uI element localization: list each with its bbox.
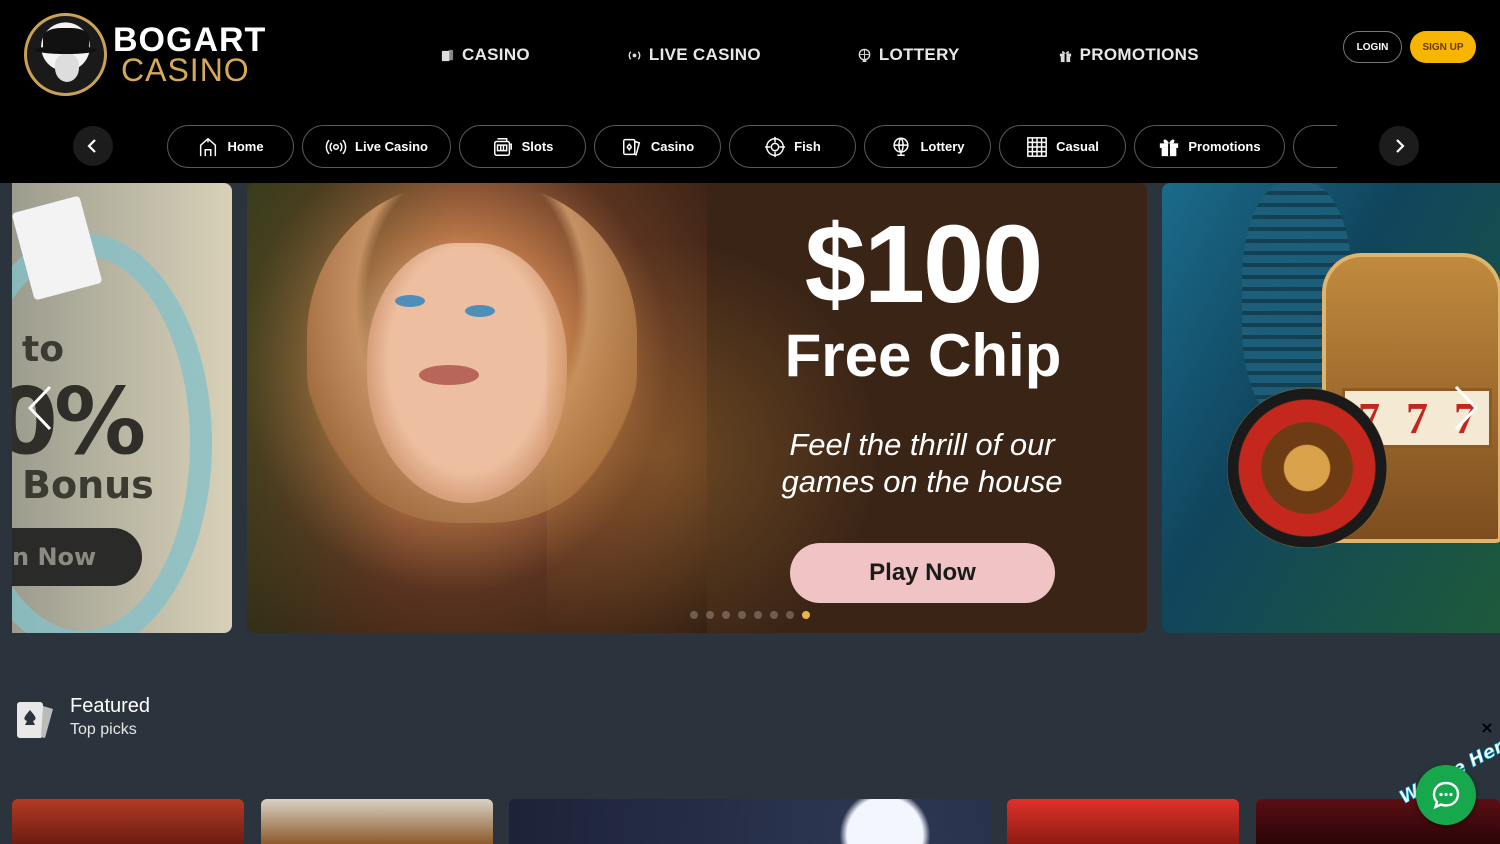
nav-casino-label: CASINO <box>462 45 530 64</box>
hero-next-button[interactable] <box>1452 383 1482 433</box>
roulette-wheel-image <box>1227 388 1387 548</box>
chevron-right-icon <box>1396 139 1405 153</box>
hero-slide-active[interactable]: $100 Free Chip Feel the thrill of our ga… <box>247 183 1147 633</box>
featured-games-row <box>12 799 1500 844</box>
site-header: BOGART CASINO CASINO LIVE CASINO LOTTERY… <box>0 0 1500 183</box>
chat-close-button[interactable]: × <box>1479 720 1495 736</box>
chevron-left-icon <box>27 385 52 431</box>
category-more[interactable] <box>1293 125 1337 168</box>
top-navigation: CASINO LIVE CASINO LOTTERY PROMOTIONS <box>440 44 1199 66</box>
slide-left-cta[interactable]: n Now <box>12 528 142 586</box>
category-live-casino[interactable]: Live Casino <box>302 125 451 168</box>
category-promotions[interactable]: Promotions <box>1134 125 1285 168</box>
card-icon <box>441 49 454 61</box>
logo-subtitle: CASINO <box>121 52 250 88</box>
crosshair-icon <box>765 136 786 157</box>
category-lottery-label: Lottery <box>920 139 965 154</box>
category-next-button[interactable] <box>1379 126 1419 166</box>
slider-dot[interactable] <box>786 611 794 619</box>
nav-promotions-label: PROMOTIONS <box>1079 45 1199 64</box>
category-home[interactable]: Home <box>167 125 294 168</box>
promo-tagline-line2: games on the house <box>781 464 1063 499</box>
nav-promotions[interactable]: PROMOTIONS <box>1058 44 1199 66</box>
chevron-right-icon <box>1454 385 1479 431</box>
game-tile[interactable] <box>1007 799 1239 844</box>
play-now-button[interactable]: Play Now <box>790 543 1055 603</box>
category-casual[interactable]: Casual <box>999 125 1126 168</box>
promo-title: Free Chip <box>784 322 1062 389</box>
category-list: Home Live Casino Slots Casino Fish Lotte… <box>167 125 1337 169</box>
nav-casino[interactable]: CASINO <box>440 44 530 66</box>
slider-dot[interactable] <box>690 611 698 619</box>
nav-lottery-label: LOTTERY <box>878 45 960 64</box>
hero-slide-next[interactable]: 777 <box>1162 183 1500 633</box>
featured-section-header: Featured Top picks <box>15 695 315 747</box>
slider-dot-active[interactable] <box>802 611 810 619</box>
gift-icon <box>1059 50 1071 62</box>
category-lottery[interactable]: Lottery <box>864 125 991 168</box>
chevron-left-icon <box>87 139 96 153</box>
slide-left-line3: Bonus <box>22 463 154 507</box>
nav-live-casino-label: LIVE CASINO <box>648 45 761 64</box>
featured-subtitle: Top picks <box>70 721 137 738</box>
promo-tagline: Feel the thrill of our games on the hous… <box>722 426 1122 500</box>
grid-icon <box>1027 136 1048 157</box>
hero-prev-button[interactable] <box>24 383 54 433</box>
slot-machine-icon <box>493 137 512 156</box>
globe-icon <box>893 137 910 156</box>
broadcast-icon <box>628 50 641 60</box>
slider-dot[interactable] <box>770 611 778 619</box>
game-tile[interactable] <box>261 799 493 844</box>
category-casino[interactable]: Casino <box>594 125 721 168</box>
category-bar: Home Live Casino Slots Casino Fish Lotte… <box>0 124 1500 170</box>
broadcast-icon <box>325 139 347 154</box>
category-prev-button[interactable] <box>73 126 113 166</box>
category-casual-label: Casual <box>1056 139 1099 154</box>
slider-dot[interactable] <box>706 611 714 619</box>
nav-lottery[interactable]: LOTTERY <box>857 44 960 66</box>
category-fish-label: Fish <box>794 139 821 154</box>
slider-pagination <box>690 611 810 619</box>
card-icon <box>622 138 641 156</box>
logo-emblem-icon <box>24 13 107 96</box>
gift-icon <box>1160 139 1179 156</box>
hero-slider: to 0% Bonus n Now $100 Free Chip Feel th… <box>0 183 1500 633</box>
slide-left-cta-label: n Now <box>12 543 97 571</box>
category-home-label: Home <box>227 139 264 154</box>
chat-launcher-button[interactable] <box>1416 765 1476 825</box>
featured-title: Featured <box>70 695 151 717</box>
home-icon <box>200 137 217 156</box>
slider-dot[interactable] <box>754 611 762 619</box>
game-tile[interactable] <box>12 799 244 844</box>
chat-bubble-icon <box>1432 781 1460 810</box>
login-button[interactable]: LOGIN <box>1343 31 1402 63</box>
category-fish[interactable]: Fish <box>729 125 856 168</box>
category-promotions-label: Promotions <box>1188 139 1261 154</box>
slider-dot[interactable] <box>722 611 730 619</box>
category-casino-label: Casino <box>650 139 695 154</box>
globe-icon <box>858 48 871 62</box>
game-tile[interactable] <box>509 799 991 844</box>
slider-dot[interactable] <box>738 611 746 619</box>
category-slots[interactable]: Slots <box>459 125 586 168</box>
category-live-casino-label: Live Casino <box>355 139 428 154</box>
nav-live-casino[interactable]: LIVE CASINO <box>627 44 761 66</box>
promo-tagline-line1: Feel the thrill of our <box>789 427 1055 462</box>
category-slots-label: Slots <box>521 139 554 154</box>
card-icon <box>17 702 53 738</box>
bogart-casino-logo[interactable]: BOGART CASINO <box>24 13 265 97</box>
slide-left-line1: to <box>22 329 64 370</box>
promo-amount: $100 <box>804 203 1044 326</box>
signup-button[interactable]: SIGN UP <box>1410 31 1476 63</box>
